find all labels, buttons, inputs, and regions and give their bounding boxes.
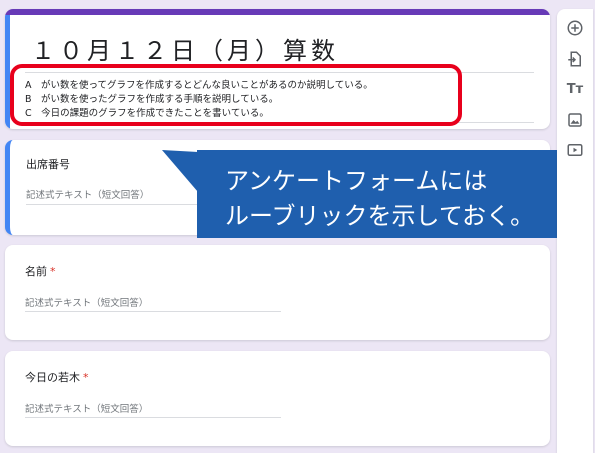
add-title-icon[interactable]: Tт xyxy=(563,77,587,101)
callout-text-line2: ルーブリックを示しておく。 xyxy=(225,202,535,230)
add-video-icon[interactable] xyxy=(563,138,587,162)
callout-pointer xyxy=(162,150,198,192)
header-accent-bar xyxy=(5,9,550,15)
add-question-icon[interactable] xyxy=(563,16,587,40)
question-label: 出席番号 xyxy=(26,158,70,171)
required-marker: * xyxy=(50,265,56,278)
short-answer-placeholder: 記述式テキスト（短文回答） xyxy=(25,298,149,309)
import-questions-icon[interactable] xyxy=(563,47,587,71)
question-title[interactable]: 名前 * xyxy=(25,263,56,279)
answer-underline xyxy=(25,417,281,418)
required-marker: * xyxy=(83,371,89,384)
callout-text-line1: アンケートフォームには xyxy=(225,167,488,195)
short-answer-placeholder: 記述式テキスト（短文回答） xyxy=(26,190,150,201)
rubric-highlight-box xyxy=(10,64,462,126)
question-title[interactable]: 出席番号 xyxy=(26,156,73,172)
question-card-wakagi[interactable]: 今日の若木 * 記述式テキスト（短文回答） xyxy=(5,351,550,446)
callout-box: アンケートフォームには ルーブリックを示しておく。 xyxy=(197,150,590,238)
question-label: 名前 xyxy=(25,265,47,278)
short-answer-placeholder: 記述式テキスト（短文回答） xyxy=(25,404,149,415)
question-title[interactable]: 今日の若木 * xyxy=(25,369,89,385)
title-icon-glyph: Tт xyxy=(566,81,584,97)
form-floating-toolbar: Tт xyxy=(557,9,593,453)
question-card-name[interactable]: 名前 * 記述式テキスト（短文回答） xyxy=(5,245,550,340)
form-title[interactable]: １０月１２日（月）算数 xyxy=(31,31,339,66)
add-image-icon[interactable] xyxy=(563,108,587,132)
answer-underline xyxy=(25,311,281,312)
question-label: 今日の若木 xyxy=(25,371,80,384)
